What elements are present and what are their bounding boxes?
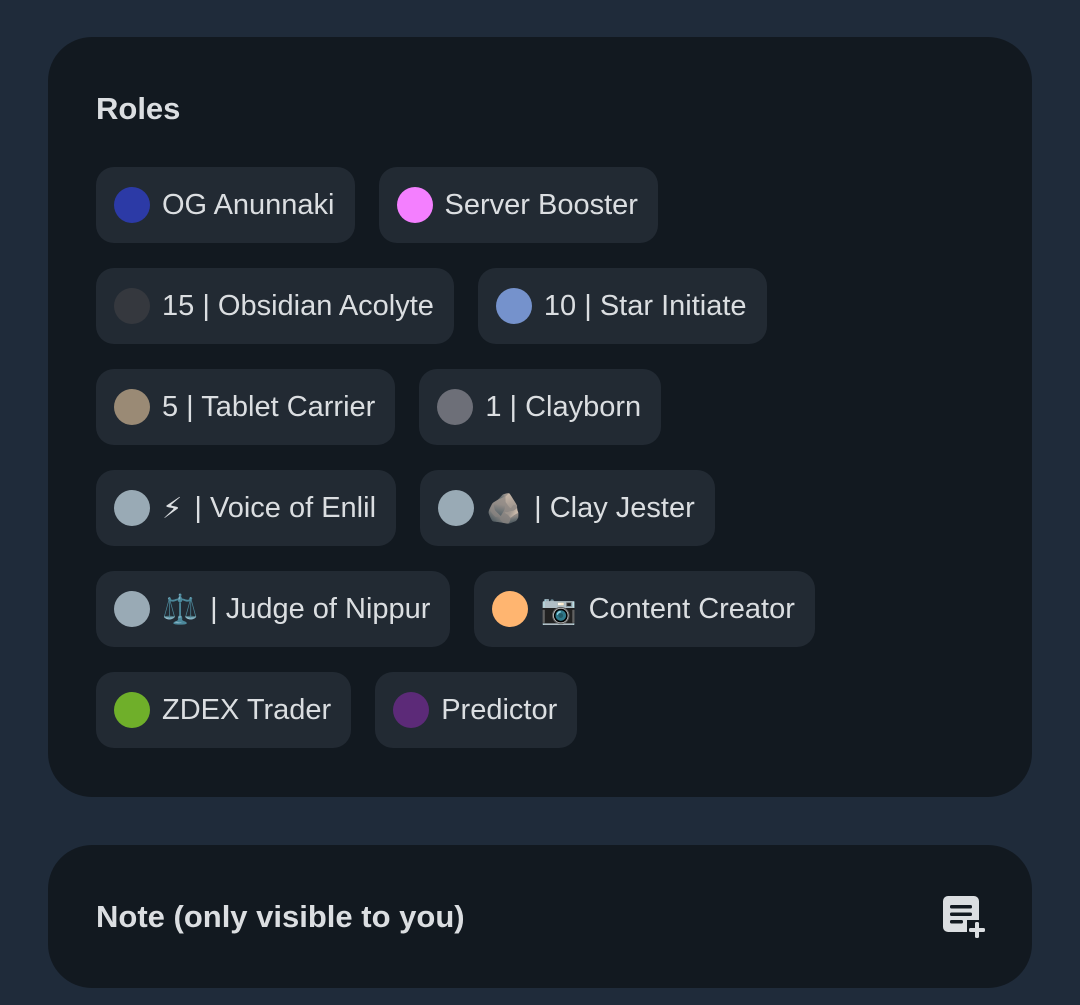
- role-color-dot: [114, 692, 150, 728]
- role-label: OG Anunnaki: [162, 188, 335, 221]
- role-label: Server Booster: [444, 188, 638, 221]
- role-color-dot: [114, 490, 150, 526]
- role-label: Content Creator: [588, 592, 795, 625]
- roles-heading: Roles: [96, 91, 181, 126]
- role-label: 5 | Tablet Carrier: [162, 390, 376, 423]
- role-pill[interactable]: 🪨 | Clay Jester: [420, 470, 715, 546]
- role-label: Predictor: [441, 693, 558, 726]
- role-label: 10 | Star Initiate: [543, 289, 747, 322]
- role-color-dot: [114, 187, 150, 223]
- role-pill[interactable]: ⚡ | Voice of Enlil: [96, 470, 397, 546]
- roles-section: Roles OG Anunnaki Server Booster 15 | Obsi…: [48, 37, 1032, 797]
- role-color-dot: [114, 389, 150, 425]
- role-pill[interactable]: ⚖️ | Judge of Nippur: [96, 571, 451, 647]
- role-label: | Judge of Nippur: [210, 592, 431, 625]
- role-color-dot: [114, 288, 150, 324]
- roles-list: OG Anunnaki Server Booster 15 | Obsidian A…: [96, 167, 896, 748]
- role-pill[interactable]: 15 | Obsidian Acolyte: [96, 268, 454, 344]
- role-pill[interactable]: 1 | Clayborn: [419, 369, 662, 445]
- role-color-dot: [114, 591, 150, 627]
- role-label: | Clay Jester: [534, 491, 695, 524]
- note-label: Note (only visible to you): [96, 898, 465, 934]
- role-label: | Voice of Enlil: [194, 491, 377, 524]
- note-field[interactable]: Note (only visible to you): [48, 845, 1032, 988]
- role-pill[interactable]: Server Booster: [378, 167, 658, 243]
- role-color-dot: [393, 692, 430, 728]
- role-color-dot: [437, 389, 474, 425]
- role-pill[interactable]: ZDEX Trader: [96, 672, 352, 748]
- role-pill[interactable]: OG Anunnaki: [96, 167, 355, 243]
- role-color-dot: [495, 288, 532, 324]
- role-color-dot: [438, 490, 475, 526]
- role-emoji-icon: ⚡: [162, 490, 183, 525]
- role-pill[interactable]: 5 | Tablet Carrier: [96, 369, 396, 445]
- role-emoji-icon: 🪨: [486, 490, 523, 525]
- role-label: 15 | Obsidian Acolyte: [162, 289, 434, 322]
- role-pill[interactable]: 📷 Content Creator: [474, 571, 815, 647]
- add-note-icon[interactable]: [940, 893, 988, 941]
- role-emoji-icon: 📷: [540, 591, 577, 626]
- role-label: 1 | Clayborn: [485, 390, 642, 423]
- role-color-dot: [396, 187, 433, 223]
- role-pill[interactable]: 10 | Star Initiate: [477, 268, 767, 344]
- role-label: ZDEX Trader: [162, 693, 332, 726]
- role-emoji-icon: ⚖️: [162, 591, 199, 626]
- role-pill[interactable]: Predictor: [375, 672, 578, 748]
- role-color-dot: [492, 591, 529, 627]
